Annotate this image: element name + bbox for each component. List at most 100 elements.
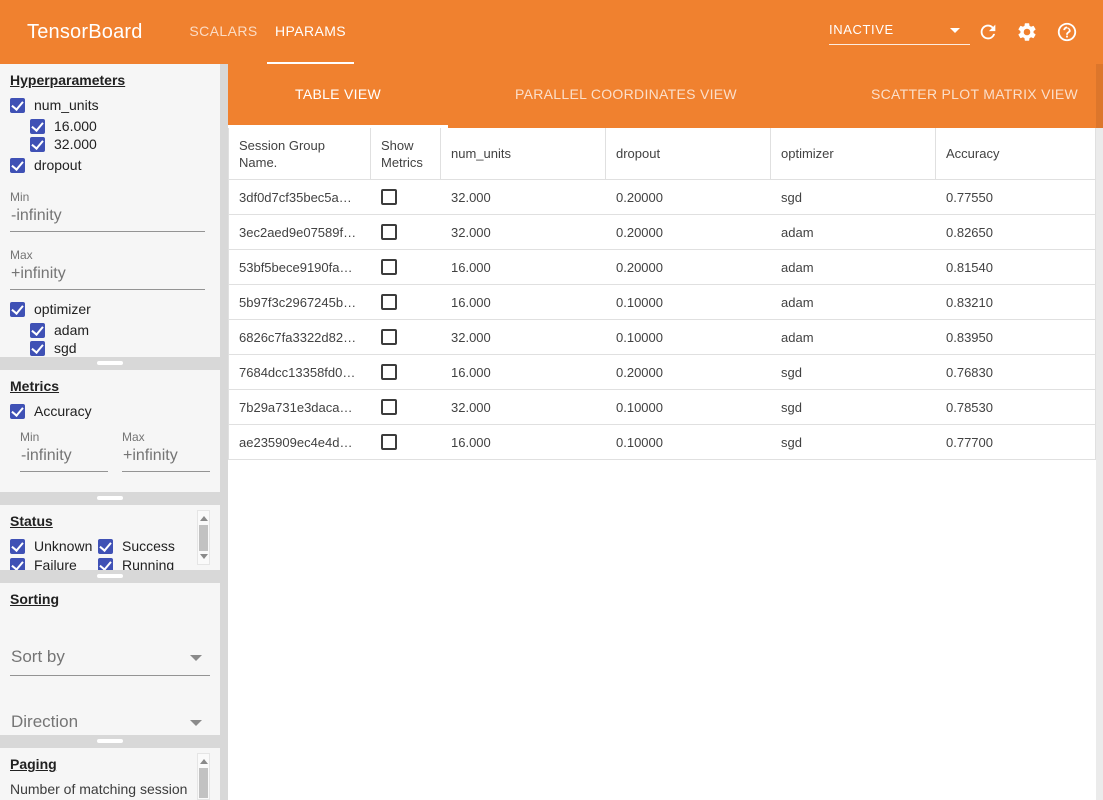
dropout-max-input[interactable]: +infinity <box>10 262 205 290</box>
col-num-units: num_units <box>441 128 606 180</box>
cell-accuracy: 0.83210 <box>936 285 1096 320</box>
cell-show-metrics <box>371 425 441 460</box>
optimizer-value-sgd: sgd <box>30 339 210 357</box>
cell-optimizer: sgd <box>771 180 936 215</box>
status-success-label: Success <box>122 538 175 554</box>
cell-num-units: 16.000 <box>441 285 606 320</box>
direction-label: Direction <box>11 712 78 731</box>
show-metrics-checkbox[interactable] <box>381 434 397 450</box>
refresh-icon[interactable] <box>977 21 999 43</box>
table-row[interactable]: 3df0d7cf35bec5a… 32.000 0.20000 sgd 0.77… <box>228 180 1103 215</box>
dropout-min-input[interactable]: -infinity <box>10 204 205 232</box>
optimizer-sgd-checkbox[interactable] <box>30 341 45 356</box>
scroll-thumb[interactable] <box>199 768 208 798</box>
drag-pill <box>97 361 123 365</box>
metric-min-input[interactable]: -infinity <box>20 444 108 472</box>
cell-optimizer: sgd <box>771 390 936 425</box>
status-options: Unknown Success Failure Running <box>10 537 190 570</box>
num-units-value-16: 16.000 <box>30 117 210 135</box>
table-row[interactable]: ae235909ec4e4d… 16.000 0.10000 sgd 0.777… <box>228 425 1103 460</box>
settings-gear-icon[interactable] <box>1016 21 1038 43</box>
show-metrics-checkbox[interactable] <box>381 329 397 345</box>
accuracy-checkbox[interactable] <box>10 404 25 419</box>
scroll-thumb[interactable] <box>199 525 208 551</box>
col-show-metrics: Show Metrics <box>371 128 441 180</box>
cell-optimizer: sgd <box>771 355 936 390</box>
dropdown-arrow-icon <box>950 28 960 33</box>
status-unknown: Unknown <box>10 537 98 555</box>
col-accuracy: Accuracy <box>936 128 1096 180</box>
cell-accuracy: 0.78530 <box>936 390 1096 425</box>
col-session-group-name: Session Group Name. <box>229 128 371 180</box>
scroll-down-icon[interactable] <box>200 554 208 559</box>
cell-num-units: 32.000 <box>441 390 606 425</box>
show-metrics-checkbox[interactable] <box>381 189 397 205</box>
show-metrics-checkbox[interactable] <box>381 259 397 275</box>
app-title: TensorBoard <box>27 0 143 64</box>
section-resize-handle[interactable] <box>0 357 228 370</box>
paging-scrollbar[interactable] <box>197 753 210 800</box>
sort-by-select[interactable]: Sort by <box>10 645 210 676</box>
show-metrics-checkbox[interactable] <box>381 364 397 380</box>
metric-max-input[interactable]: +infinity <box>122 444 210 472</box>
dropdown-arrow-icon <box>190 655 202 661</box>
cell-session-name: ae235909ec4e4d… <box>229 425 371 460</box>
tab-hparams[interactable]: HPARAMS <box>267 0 354 64</box>
status-failure-checkbox[interactable] <box>10 558 25 571</box>
paging-info: Number of matching session groups: 8 <box>10 780 190 800</box>
cell-show-metrics <box>371 320 441 355</box>
optimizer-checkbox[interactable] <box>10 302 25 317</box>
cell-num-units: 16.000 <box>441 355 606 390</box>
cell-dropout: 0.10000 <box>606 425 771 460</box>
table-row[interactable]: 53bf5bece9190fa… 16.000 0.20000 adam 0.8… <box>228 250 1103 285</box>
cell-num-units: 32.000 <box>441 320 606 355</box>
table-row[interactable]: 3ec2aed9e07589f… 32.000 0.20000 adam 0.8… <box>228 215 1103 250</box>
status-failure-label: Failure <box>34 557 77 570</box>
table-row[interactable]: 6826c7fa3322d82… 32.000 0.10000 adam 0.8… <box>228 320 1103 355</box>
table-row[interactable]: 7b29a731e3daca… 32.000 0.10000 sgd 0.785… <box>228 390 1103 425</box>
table-row[interactable]: 7684dcc13358fd0… 16.000 0.20000 sgd 0.76… <box>228 355 1103 390</box>
cell-optimizer: adam <box>771 215 936 250</box>
section-resize-handle[interactable] <box>0 570 228 583</box>
scroll-up-icon[interactable] <box>200 759 208 764</box>
direction-select[interactable]: Direction <box>10 710 210 735</box>
cell-accuracy: 0.77550 <box>936 180 1096 215</box>
show-metrics-checkbox[interactable] <box>381 399 397 415</box>
section-resize-handle[interactable] <box>0 735 228 748</box>
table-row[interactable]: 5b97f3c2967245b… 16.000 0.10000 adam 0.8… <box>228 285 1103 320</box>
tab-parallel-coordinates-view[interactable]: PARALLEL COORDINATES VIEW <box>448 64 804 128</box>
tab-scalars[interactable]: SCALARS <box>180 0 267 64</box>
status-running: Running <box>98 556 190 570</box>
cell-dropout: 0.10000 <box>606 390 771 425</box>
metrics-section: Metrics Accuracy Min -infinity Max +infi… <box>0 370 220 492</box>
dropout-max-label: Max <box>10 248 210 262</box>
metric-accuracy: Accuracy <box>10 402 210 420</box>
show-metrics-checkbox[interactable] <box>381 294 397 310</box>
cell-optimizer: adam <box>771 250 936 285</box>
status-unknown-checkbox[interactable] <box>10 539 25 554</box>
status-running-checkbox[interactable] <box>98 558 113 571</box>
num-units-label: num_units <box>34 97 99 113</box>
dropout-checkbox[interactable] <box>10 158 25 173</box>
tab-table-view[interactable]: TABLE VIEW <box>228 64 448 128</box>
scroll-up-icon[interactable] <box>200 516 208 521</box>
hyperparameters-section: Hyperparameters num_units 16.000 32.000 … <box>0 64 220 357</box>
app-header: TensorBoard SCALARS HPARAMS INACTIVE <box>0 0 1103 64</box>
show-metrics-checkbox[interactable] <box>381 224 397 240</box>
num-units-16-checkbox[interactable] <box>30 119 45 134</box>
optimizer-adam-checkbox[interactable] <box>30 323 45 338</box>
tab-scatter-plot-matrix-view[interactable]: SCATTER PLOT MATRIX VIEW <box>804 64 1103 128</box>
num-units-32-checkbox[interactable] <box>30 137 45 152</box>
status-scrollbar[interactable] <box>197 510 210 565</box>
run-status-select[interactable]: INACTIVE <box>829 18 970 45</box>
cell-dropout: 0.20000 <box>606 355 771 390</box>
num-units-checkbox[interactable] <box>10 98 25 113</box>
status-success-checkbox[interactable] <box>98 539 113 554</box>
page-scrollbar[interactable] <box>1096 64 1103 800</box>
section-resize-handle[interactable] <box>0 492 228 505</box>
help-icon[interactable] <box>1056 21 1078 43</box>
hparam-num-units: num_units <box>10 96 210 114</box>
cell-dropout: 0.20000 <box>606 250 771 285</box>
main-content: TABLE VIEW PARALLEL COORDINATES VIEW SCA… <box>228 64 1103 800</box>
cell-session-name: 7684dcc13358fd0… <box>229 355 371 390</box>
